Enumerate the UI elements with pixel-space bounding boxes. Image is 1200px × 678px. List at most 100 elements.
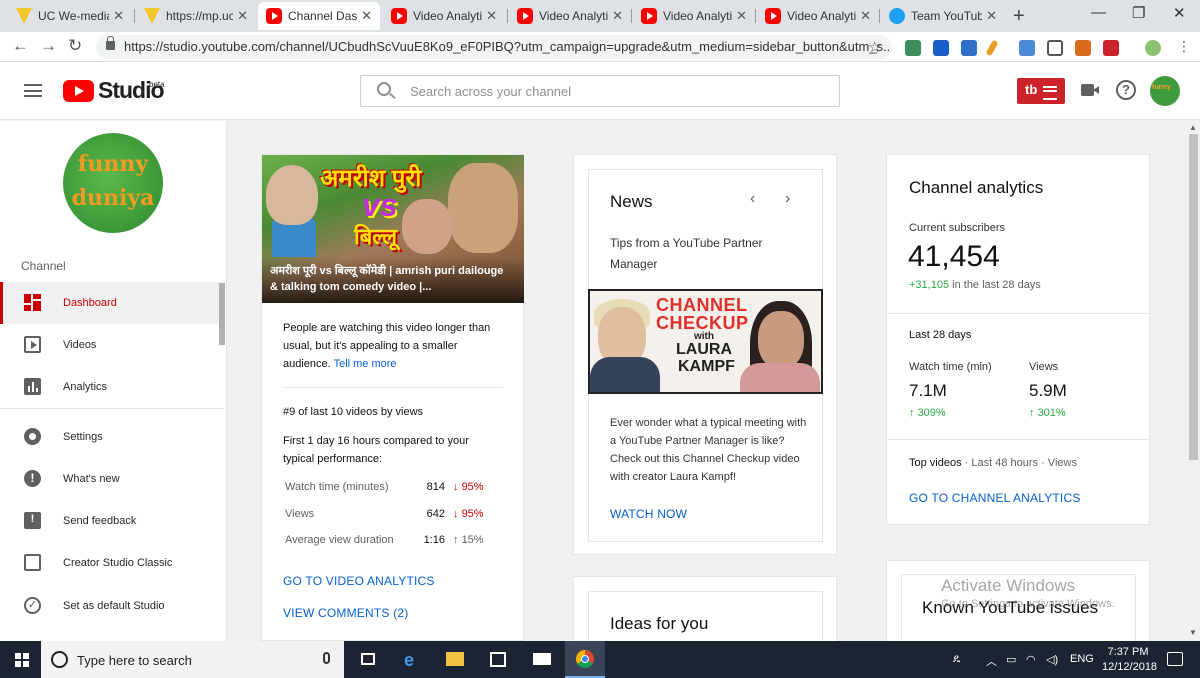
edge-icon[interactable]: e — [392, 641, 432, 678]
scroll-down-icon[interactable]: ▼ — [1189, 628, 1197, 637]
close-icon[interactable]: ✕ — [736, 8, 747, 24]
tubebuddy-label: tb — [1025, 82, 1038, 97]
battery-icon[interactable]: ▭ — [1006, 653, 1016, 666]
new-tab-icon[interactable]: + — [1013, 5, 1025, 28]
taskbar-search[interactable]: Type here to search — [41, 641, 344, 678]
people-icon[interactable]: ዴ — [953, 653, 960, 666]
extension-icon[interactable] — [961, 40, 977, 56]
sidebar-item-analytics[interactable]: Analytics — [0, 366, 219, 408]
youtube-logo-icon[interactable] — [63, 80, 94, 102]
metric-change: ↓ 95% — [453, 481, 484, 493]
tell-me-more-link[interactable]: Tell me more — [334, 358, 397, 370]
browser-tab[interactable]: Video Analytic ✕ — [383, 2, 505, 30]
subscribers-label: Current subscribers — [909, 222, 1005, 234]
arrow-up-icon: ↑ — [909, 407, 918, 419]
browser-tab[interactable]: Video Analytic ✕ — [757, 2, 879, 30]
watch-now-link[interactable]: WATCH NOW — [610, 507, 687, 521]
menu-dots-icon[interactable]: ⋮ — [1177, 38, 1191, 55]
close-icon[interactable]: ✕ — [237, 8, 248, 24]
news-body: Ever wonder what a typical meeting with … — [610, 417, 807, 483]
sidebar-scrollbar[interactable] — [219, 283, 225, 345]
chevron-right-icon[interactable]: › — [785, 190, 790, 208]
tubebuddy-extension-icon[interactable] — [1103, 40, 1119, 56]
avatar-text-bottom: duniya — [71, 185, 155, 211]
scroll-thumb[interactable] — [1189, 134, 1198, 460]
mail-icon[interactable] — [522, 641, 562, 678]
account-avatar[interactable]: funny — [1150, 76, 1180, 106]
windows-start-icon[interactable] — [15, 653, 29, 667]
sidebar-item-label: Analytics — [63, 381, 108, 393]
view-comments-link[interactable]: VIEW COMMENTS (2) — [283, 606, 408, 620]
restore-icon[interactable]: ❐ — [1132, 4, 1145, 22]
sidebar-item-videos[interactable]: Videos — [0, 324, 219, 366]
page-scrollbar[interactable]: ▲ ▼ — [1187, 120, 1200, 641]
sidebar-item-settings[interactable]: Settings — [0, 416, 219, 458]
arrow-up-icon: ↑ — [1029, 407, 1038, 419]
video-thumbnail[interactable]: अमरीश पुरी vs बिल्लू अमरीश पूरी vs बिल्ल… — [262, 155, 524, 303]
language-indicator[interactable]: ENG — [1070, 653, 1094, 665]
sidebar-item-dashboard[interactable]: Dashboard — [0, 282, 219, 324]
sidebar-item-whats-new[interactable]: ! What's new — [0, 458, 219, 500]
file-explorer-icon[interactable] — [435, 641, 475, 678]
extension-icon[interactable] — [985, 39, 999, 57]
close-icon[interactable]: ✕ — [486, 8, 497, 24]
clock-time: 7:37 PM — [1107, 646, 1149, 658]
volume-icon[interactable]: ◁) — [1046, 653, 1058, 666]
reload-icon[interactable]: ↻ — [68, 36, 82, 56]
activate-windows-subtext: Go to Settings to activate Windows. — [941, 598, 1115, 610]
chevron-up-icon[interactable]: ︿ — [986, 653, 997, 669]
browser-tab[interactable]: Team YouTube ✕ — [881, 2, 1005, 30]
bookmark-star-icon[interactable]: ☆ — [868, 38, 881, 56]
close-icon[interactable]: ✕ — [361, 8, 372, 24]
create-video-icon[interactable] — [1081, 84, 1099, 96]
sidebar-item-set-default[interactable]: ✓ Set as default Studio — [0, 585, 219, 627]
news-image-text: LAURA — [676, 341, 732, 358]
extension-icon[interactable] — [933, 40, 949, 56]
tubebuddy-button[interactable]: tb — [1017, 78, 1065, 104]
menu-icon[interactable] — [24, 84, 42, 97]
wifi-icon[interactable]: ◠ — [1026, 653, 1036, 666]
close-icon[interactable]: ✕ — [986, 8, 997, 24]
close-icon[interactable]: ✕ — [113, 8, 124, 24]
browser-tab[interactable]: Video Analytic ✕ — [633, 2, 755, 30]
microphone-icon[interactable] — [323, 652, 330, 664]
tab-label: UC We-media — [38, 9, 110, 23]
close-icon[interactable]: ✕ — [612, 8, 623, 24]
store-icon[interactable] — [478, 641, 518, 678]
browser-tab[interactable]: Video Analytic ✕ — [509, 2, 631, 30]
search-input[interactable]: Search across your channel — [360, 75, 840, 107]
browser-tab[interactable]: https://mp.ucw ✕ — [136, 2, 256, 30]
go-to-video-analytics-link[interactable]: GO TO VIDEO ANALYTICS — [283, 574, 435, 588]
help-icon[interactable]: ? — [1116, 80, 1136, 100]
channel-avatar[interactable]: funny duniya — [63, 133, 163, 233]
go-to-channel-analytics-link[interactable]: GO TO CHANNEL ANALYTICS — [909, 491, 1081, 505]
notification-icon[interactable] — [1167, 652, 1183, 666]
profile-icon[interactable] — [1145, 40, 1161, 56]
sidebar-item-creator-studio-classic[interactable]: Creator Studio Classic — [0, 542, 219, 584]
minimize-icon[interactable]: — — [1091, 4, 1106, 21]
video-rank: #9 of last 10 videos by views — [283, 406, 424, 418]
tab-label: Video Analytic — [413, 9, 483, 23]
browser-tab-active[interactable]: Channel Dashb ✕ — [258, 2, 380, 30]
close-window-icon[interactable]: ✕ — [1173, 4, 1186, 22]
taskbar-clock[interactable]: 7:37 PM 12/12/2018 — [1102, 645, 1157, 675]
chrome-icon[interactable] — [565, 641, 605, 678]
close-icon[interactable]: ✕ — [860, 8, 871, 24]
extension-icon[interactable] — [905, 40, 921, 56]
extension-icon[interactable] — [1047, 40, 1063, 56]
forward-icon[interactable]: → — [40, 36, 57, 56]
sidebar-item-label: Settings — [63, 431, 103, 443]
scroll-up-icon[interactable]: ▲ — [1189, 123, 1197, 132]
task-view-icon[interactable] — [348, 641, 388, 678]
news-image[interactable]: CHANNEL CHECKUP with LAURA KAMPF — [588, 289, 823, 394]
video-title[interactable]: अमरीश पूरी vs बिल्लू कॉमेडी | amrish pur… — [270, 263, 510, 295]
chevron-left-icon[interactable]: ‹ — [750, 190, 755, 208]
browser-tab-strip: UC We-media ✕ https://mp.ucw ✕ Channel D… — [0, 0, 1200, 32]
sidebar-item-send-feedback[interactable]: ! Send feedback — [0, 500, 219, 542]
extension-icon[interactable] — [1019, 40, 1035, 56]
extension-icon[interactable] — [1075, 40, 1091, 56]
back-icon[interactable]: ← — [12, 36, 29, 56]
sidebar-item-label: Set as default Studio — [63, 600, 165, 612]
address-bar[interactable]: https://studio.youtube.com/channel/UCbud… — [96, 35, 892, 59]
browser-tab[interactable]: UC We-media ✕ — [8, 2, 132, 30]
